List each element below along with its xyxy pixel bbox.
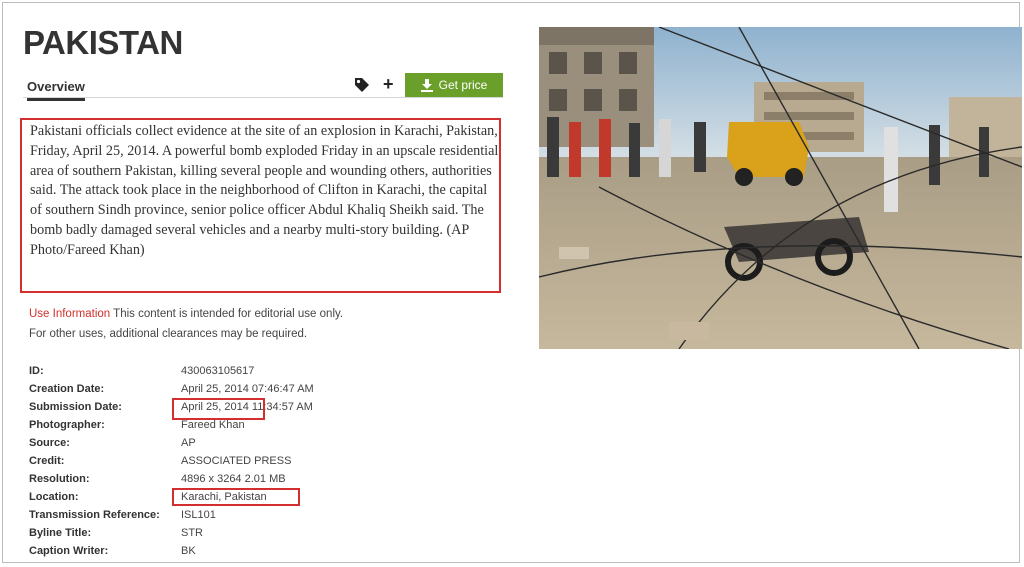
metadata-label: Source:	[29, 437, 70, 449]
get-price-button[interactable]: Get price	[405, 73, 503, 97]
metadata-value: 430063105617	[181, 365, 255, 377]
metadata-value: ASSOCIATED PRESS	[181, 455, 292, 467]
metadata-label: Resolution:	[29, 473, 90, 485]
download-icon	[420, 78, 433, 92]
metadata-label: Creation Date:	[29, 383, 105, 395]
metadata-value: Fareed Khan	[181, 419, 245, 431]
metadata-value: ISL101	[181, 509, 216, 521]
tab-bar: Overview + Get price	[23, 73, 503, 101]
metadata-label: Credit:	[29, 455, 65, 467]
page-title: PAKISTAN	[23, 24, 183, 61]
use-info-line-2: For other uses, additional clearances ma…	[29, 328, 308, 340]
metadata-value: April 25, 2014 07:46:47 AM	[181, 383, 314, 395]
metadata-label: Location:	[29, 491, 79, 503]
explosion-scene-image	[539, 27, 1022, 349]
metadata-label: Caption Writer:	[29, 545, 109, 557]
metadata-label: Photographer:	[29, 419, 105, 431]
metadata-label: Byline Title:	[29, 527, 92, 539]
metadata-value: STR	[181, 527, 203, 539]
photo-caption: Pakistani officials collect evidence at …	[30, 123, 499, 258]
plus-icon[interactable]: +	[383, 74, 394, 94]
metadata-value: 4896 x 3264 2.01 MB	[181, 473, 286, 485]
metadata-value: AP	[181, 437, 196, 449]
submission-date-highlight	[172, 398, 265, 420]
tab-overview[interactable]: Overview	[27, 79, 85, 101]
metadata-label: Submission Date:	[29, 401, 122, 413]
use-information: Use Information This content is intended…	[29, 304, 499, 344]
location-highlight	[172, 488, 300, 506]
use-information-link[interactable]: Use Information	[29, 308, 110, 320]
metadata-label: Transmission Reference:	[29, 509, 160, 521]
metadata-value: BK	[181, 545, 196, 557]
use-info-line-1: Use Information This content is intended…	[29, 304, 499, 324]
use-info-editorial-text: This content is intended for editorial u…	[110, 308, 344, 320]
tag-icon[interactable]	[354, 77, 370, 93]
metadata-label: ID:	[29, 365, 44, 377]
get-price-label: Get price	[438, 78, 488, 92]
news-photo[interactable]	[539, 27, 1022, 349]
